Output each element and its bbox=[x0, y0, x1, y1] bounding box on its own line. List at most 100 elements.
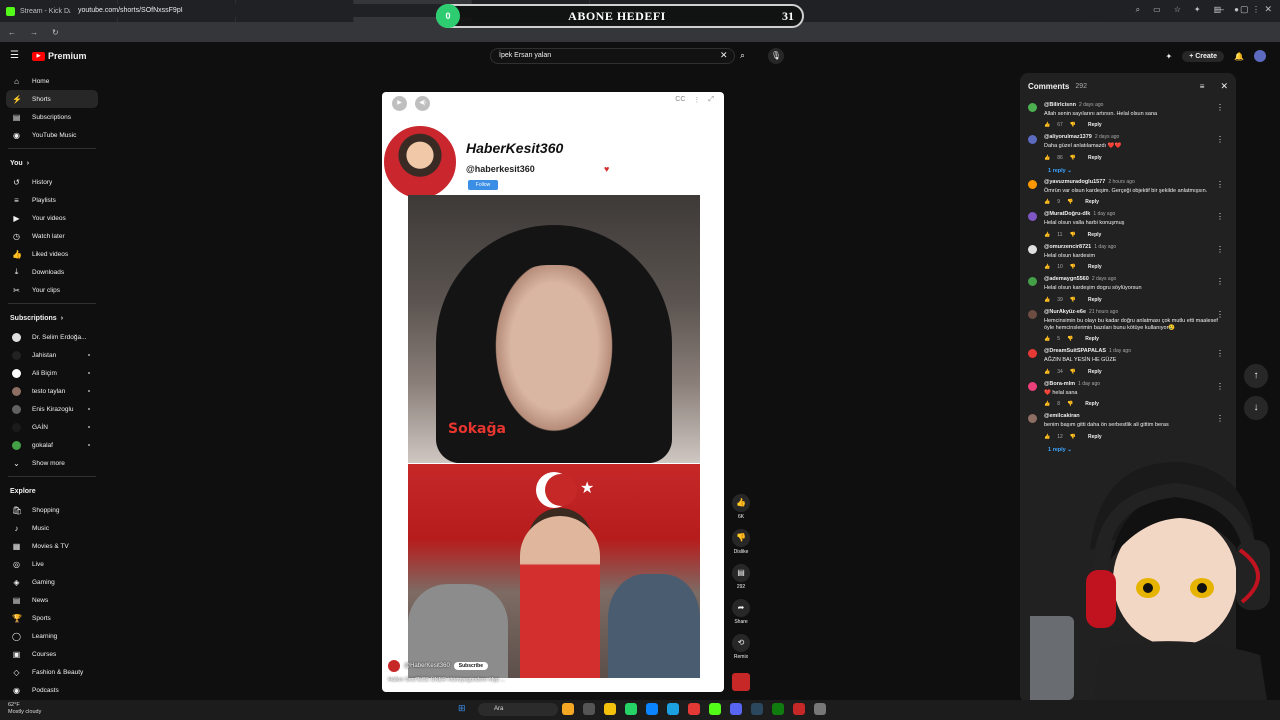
comment-like-icon[interactable]: 👍 bbox=[1044, 297, 1050, 303]
taskbar-obs-icon[interactable] bbox=[793, 703, 805, 715]
audio-thumbnail[interactable] bbox=[732, 673, 750, 691]
comment-dislike-icon[interactable]: 👎 bbox=[1067, 199, 1073, 205]
sidebar-item[interactable]: ♪ Music bbox=[0, 519, 104, 537]
subscription-item[interactable]: testo taylan bbox=[0, 382, 104, 400]
sidebar-item[interactable]: ▤ News bbox=[0, 591, 104, 609]
reply-button[interactable]: Reply bbox=[1088, 155, 1102, 161]
forward-icon[interactable]: → bbox=[30, 28, 38, 37]
comment-author[interactable]: @emilcakiran bbox=[1044, 413, 1228, 419]
taskbar-app-icon[interactable] bbox=[562, 703, 574, 715]
fullscreen-icon[interactable]: ⤢ bbox=[708, 96, 714, 104]
comment-author[interactable]: @aliyorulmaz1379 2 days ago bbox=[1044, 134, 1228, 140]
commenter-avatar[interactable] bbox=[1028, 414, 1037, 424]
comment-author-name[interactable]: @Bilirlcisnn bbox=[1044, 102, 1076, 108]
windows-start-icon[interactable]: ⊞ bbox=[458, 703, 466, 714]
avatar[interactable] bbox=[1254, 50, 1266, 62]
taskbar-xbox-icon[interactable] bbox=[772, 703, 784, 715]
search-input[interactable]: İpek Ersan yalan bbox=[490, 48, 735, 64]
sidebar-item[interactable]: ⌂ Home bbox=[0, 72, 104, 90]
comment-more-icon[interactable]: ⋮ bbox=[1216, 180, 1224, 189]
comment-more-icon[interactable]: ⋮ bbox=[1216, 310, 1224, 319]
reply-button[interactable]: Reply bbox=[1088, 122, 1102, 128]
short-channel-name[interactable]: @HaberKesit360 bbox=[404, 663, 450, 669]
comment-author-name[interactable]: @ademaygn5560 bbox=[1044, 276, 1089, 282]
volume-icon[interactable]: ◀) bbox=[415, 96, 430, 111]
comment-more-icon[interactable]: ⋮ bbox=[1216, 382, 1224, 391]
comment-dislike-icon[interactable]: 👎 bbox=[1070, 369, 1076, 375]
cast-icon[interactable]: ▭ bbox=[1153, 5, 1161, 15]
subscription-item[interactable]: Enis Kirazoglu bbox=[0, 400, 104, 418]
remix-icon[interactable]: ⟲ bbox=[732, 634, 750, 652]
play-icon[interactable]: ▶ bbox=[392, 96, 407, 111]
comment-more-icon[interactable]: ⋮ bbox=[1216, 349, 1224, 358]
comment-icon[interactable]: ▤ bbox=[732, 564, 750, 582]
comment-author[interactable]: @yavuzmuradoglu1577 2 hours ago bbox=[1044, 179, 1228, 185]
comment-like-icon[interactable]: 👍 bbox=[1044, 122, 1050, 128]
reply-button[interactable]: Reply bbox=[1085, 336, 1099, 342]
cast-tv-icon[interactable]: ✦ bbox=[1165, 52, 1172, 61]
sidebar-section-header[interactable]: You › bbox=[0, 153, 104, 173]
sidebar-item[interactable]: ⚡ Shorts bbox=[6, 90, 98, 108]
comment-author-name[interactable]: @emilcakiran bbox=[1044, 413, 1080, 419]
taskbar-steam-icon[interactable] bbox=[751, 703, 763, 715]
comment-author[interactable]: @omurzencir8721 1 day ago bbox=[1044, 244, 1228, 250]
sort-icon[interactable]: ≡ bbox=[1200, 82, 1205, 91]
sidebar-item[interactable]: 🏆 Sports bbox=[0, 609, 104, 627]
reply-button[interactable]: Reply bbox=[1085, 401, 1099, 407]
comment-more-icon[interactable]: ⋮ bbox=[1216, 103, 1224, 112]
share-icon[interactable]: ➦ bbox=[732, 599, 750, 617]
taskbar-whatsapp-icon[interactable] bbox=[625, 703, 637, 715]
taskbar-discord-icon[interactable] bbox=[730, 703, 742, 715]
previous-short-button[interactable]: ↑ bbox=[1244, 364, 1268, 388]
clear-search-icon[interactable]: ✕ bbox=[720, 50, 728, 61]
voice-search-icon[interactable]: 🎙 bbox=[768, 48, 784, 64]
short-channel-avatar[interactable] bbox=[388, 660, 400, 672]
comment-dislike-icon[interactable]: 👎 bbox=[1067, 401, 1073, 407]
subscription-item[interactable]: Ali Biçim bbox=[0, 364, 104, 382]
short-description[interactable]: Halkın Sesi"ECE ÜNER #türkiyegündem #fyp… bbox=[388, 677, 505, 683]
commenter-avatar[interactable] bbox=[1028, 277, 1037, 287]
subscription-item[interactable]: Jahistan bbox=[0, 346, 104, 364]
comment-author-name[interactable]: @MuratDoğru-dlk bbox=[1044, 211, 1090, 217]
comment-like-icon[interactable]: 👍 bbox=[1044, 264, 1050, 270]
commenter-avatar[interactable] bbox=[1028, 103, 1037, 112]
reply-button[interactable]: Reply bbox=[1088, 264, 1102, 270]
shorts-player[interactable]: ▶ ◀) CC ⋮ ⤢ HaberKesit360 @haberkesit360… bbox=[382, 92, 724, 692]
taskbar-edge-icon[interactable] bbox=[667, 703, 679, 715]
taskbar-app-icon[interactable] bbox=[709, 703, 721, 715]
comment-like-icon[interactable]: 👍 bbox=[1044, 232, 1050, 238]
sidebar-item[interactable]: ▣ Courses bbox=[0, 645, 104, 663]
sidebar-panel-icon[interactable]: ▥ bbox=[1214, 5, 1222, 15]
comment-like-icon[interactable]: 👍 bbox=[1044, 155, 1050, 161]
comment-more-icon[interactable]: ⋮ bbox=[1216, 245, 1224, 254]
sidebar-item[interactable]: ✂ Your clips bbox=[0, 281, 104, 299]
next-short-button[interactable]: ↓ bbox=[1244, 396, 1268, 420]
comment-like-icon[interactable]: 👍 bbox=[1044, 199, 1050, 205]
sidebar-item[interactable]: ▦ Movies & TV bbox=[0, 537, 104, 555]
taskbar-settings-icon[interactable] bbox=[814, 703, 826, 715]
menu-dots-icon[interactable]: ⋮ bbox=[1252, 5, 1260, 15]
comment-dislike-icon[interactable]: 👎 bbox=[1070, 434, 1076, 440]
sidebar-item[interactable]: ⤓ Downloads bbox=[0, 263, 104, 281]
comment-author-name[interactable]: @NurAkyüz-e6e bbox=[1044, 309, 1086, 315]
sidebar-item[interactable]: ≡ Playlists bbox=[0, 191, 104, 209]
comment-author-name[interactable]: @omurzencir8721 bbox=[1044, 244, 1091, 250]
comment-dislike-icon[interactable]: 👎 bbox=[1070, 264, 1076, 270]
reload-icon[interactable]: ↻ bbox=[52, 28, 59, 37]
sidebar-section-header[interactable]: Subscriptions › bbox=[0, 308, 104, 328]
sidebar-item[interactable]: 🛍 Shopping bbox=[0, 501, 104, 519]
commenter-avatar[interactable] bbox=[1028, 244, 1037, 254]
youtube-logo[interactable]: ▶ Premium bbox=[32, 51, 87, 61]
reply-button[interactable]: Reply bbox=[1088, 297, 1102, 303]
sidebar-section-header[interactable]: Explore bbox=[0, 481, 104, 501]
create-button[interactable]: + Create bbox=[1182, 50, 1225, 62]
dislike-icon[interactable]: 👎 bbox=[732, 529, 750, 547]
sidebar-item[interactable]: ◷ Watch later bbox=[0, 227, 104, 245]
sidebar-item[interactable]: ◯ Learning bbox=[0, 627, 104, 645]
profile-icon[interactable]: ● bbox=[1234, 5, 1239, 15]
comment-dislike-icon[interactable]: 👎 bbox=[1069, 232, 1075, 238]
comment-more-icon[interactable]: ⋮ bbox=[1216, 135, 1224, 144]
sidebar-item[interactable]: ↺ History bbox=[0, 173, 104, 191]
comment-author-name[interactable]: @DreamSuitSPAPALAS bbox=[1044, 348, 1106, 354]
sidebar-item[interactable]: ▶ Your videos bbox=[0, 209, 104, 227]
